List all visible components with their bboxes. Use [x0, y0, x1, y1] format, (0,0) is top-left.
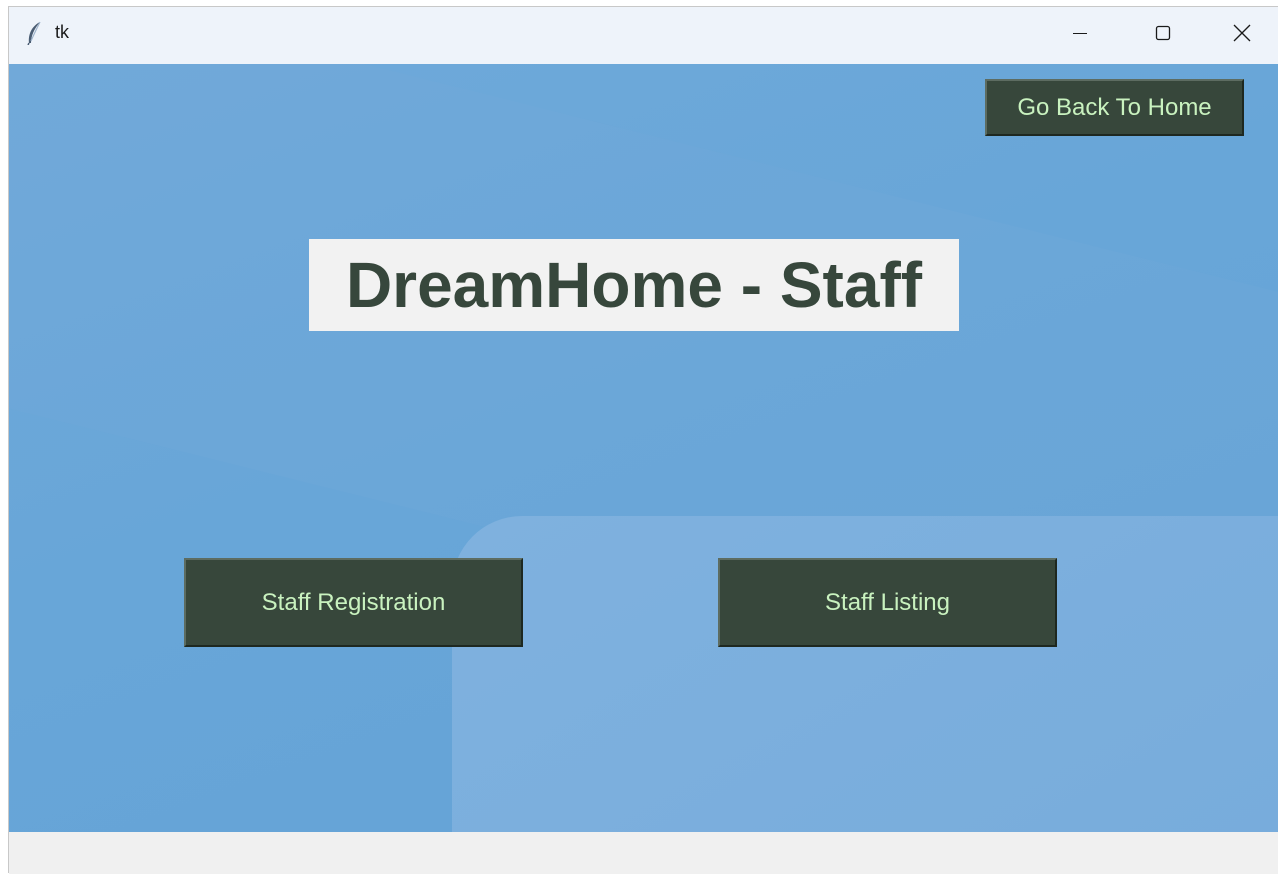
- maximize-icon: [1155, 25, 1171, 46]
- staff-registration-button[interactable]: Staff Registration: [184, 558, 523, 647]
- go-back-home-button[interactable]: Go Back To Home: [985, 79, 1244, 136]
- main-canvas: Go Back To Home DreamHome - Staff Staff …: [9, 64, 1278, 832]
- app-window: tk Go Back To Home DreamHome - Staff Sta…: [8, 6, 1278, 874]
- window-title: tk: [55, 22, 70, 42]
- window-bottom-strip: [9, 832, 1278, 874]
- feather-icon: [25, 21, 45, 46]
- page-title: DreamHome - Staff: [345, 249, 923, 321]
- minimize-button[interactable]: [1039, 7, 1121, 64]
- staff-listing-button[interactable]: Staff Listing: [718, 558, 1057, 647]
- title-bar[interactable]: tk: [9, 7, 1278, 64]
- close-button[interactable]: [1205, 7, 1278, 64]
- maximize-button[interactable]: [1122, 7, 1204, 64]
- page-title-box: DreamHome - Staff: [309, 239, 959, 331]
- minimize-icon: [1072, 25, 1088, 46]
- close-icon: [1233, 24, 1251, 47]
